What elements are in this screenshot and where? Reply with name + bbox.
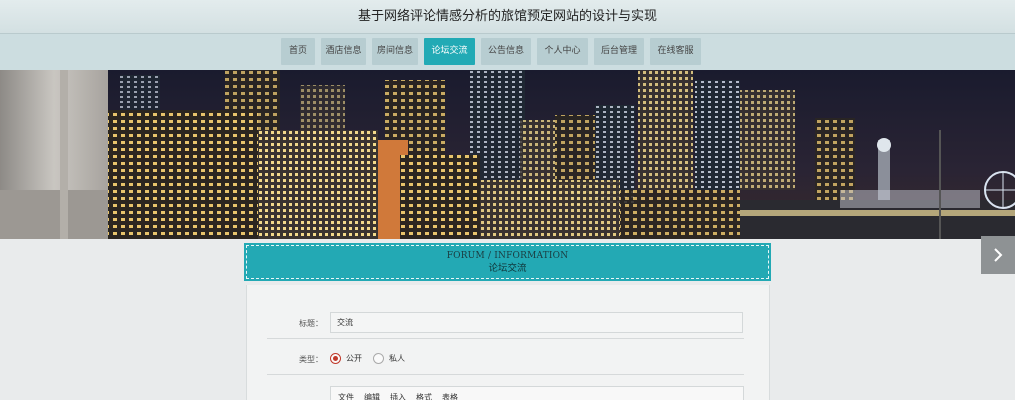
chevron-right-icon xyxy=(994,248,1003,262)
section-title-en: FORUM / INFORMATION xyxy=(446,251,569,261)
main-nav: 首页 酒店信息 房间信息 论坛交流 公告信息 个人中心 后台管理 在线客服 xyxy=(0,34,1015,70)
editor-menu-table[interactable]: 表格 xyxy=(442,392,458,400)
type-radio-public[interactable]: 公开 xyxy=(330,353,362,364)
forum-post-form: 标题： 交流 类型： 公开 私人 文件 编辑 插入 格式 表格 xyxy=(246,285,770,400)
title-label: 标题： xyxy=(299,319,323,328)
section-header: FORUM / INFORMATION 论坛交流 xyxy=(244,243,771,281)
banner-carousel xyxy=(0,70,1015,239)
editor-menu-format[interactable]: 格式 xyxy=(416,392,432,400)
site-title: 基于网络评论情感分析的旅馆预定网站的设计与实现 xyxy=(357,9,657,24)
nav-item-online-service[interactable]: 在线客服 xyxy=(650,38,701,65)
section-title-cn: 论坛交流 xyxy=(488,263,527,274)
editor-menu-insert[interactable]: 插入 xyxy=(390,392,406,400)
type-option-private-label: 私人 xyxy=(389,354,405,363)
nav-item-home[interactable]: 首页 xyxy=(281,38,315,65)
nav-list: 首页 酒店信息 房间信息 论坛交流 公告信息 个人中心 后台管理 在线客服 xyxy=(281,38,701,65)
editor-menubar: 文件 编辑 插入 格式 表格 xyxy=(331,387,743,400)
nav-item-forum[interactable]: 论坛交流 xyxy=(424,38,475,65)
rich-text-editor[interactable]: 文件 编辑 插入 格式 表格 xyxy=(330,386,744,400)
radio-unchecked-icon xyxy=(373,353,384,364)
type-label: 类型： xyxy=(299,355,323,364)
site-header: 基于网络评论情感分析的旅馆预定网站的设计与实现 xyxy=(0,0,1015,34)
radio-checked-icon xyxy=(330,353,341,364)
nav-item-room-info[interactable]: 房间信息 xyxy=(372,38,418,65)
type-radio-private[interactable]: 私人 xyxy=(373,353,405,364)
title-input[interactable]: 交流 xyxy=(330,312,743,333)
nav-item-hotel-info[interactable]: 酒店信息 xyxy=(321,38,366,65)
banner-next-button[interactable] xyxy=(981,236,1015,274)
nav-item-announcements[interactable]: 公告信息 xyxy=(481,38,531,65)
type-option-public-label: 公开 xyxy=(346,354,362,363)
title-row: 标题： 交流 xyxy=(267,309,744,339)
city-night-image xyxy=(0,70,1015,239)
editor-menu-file[interactable]: 文件 xyxy=(338,392,354,400)
nav-item-admin[interactable]: 后台管理 xyxy=(594,38,644,65)
nav-item-personal-center[interactable]: 个人中心 xyxy=(537,38,588,65)
type-row: 类型： 公开 私人 xyxy=(267,345,744,375)
editor-menu-edit[interactable]: 编辑 xyxy=(364,392,380,400)
